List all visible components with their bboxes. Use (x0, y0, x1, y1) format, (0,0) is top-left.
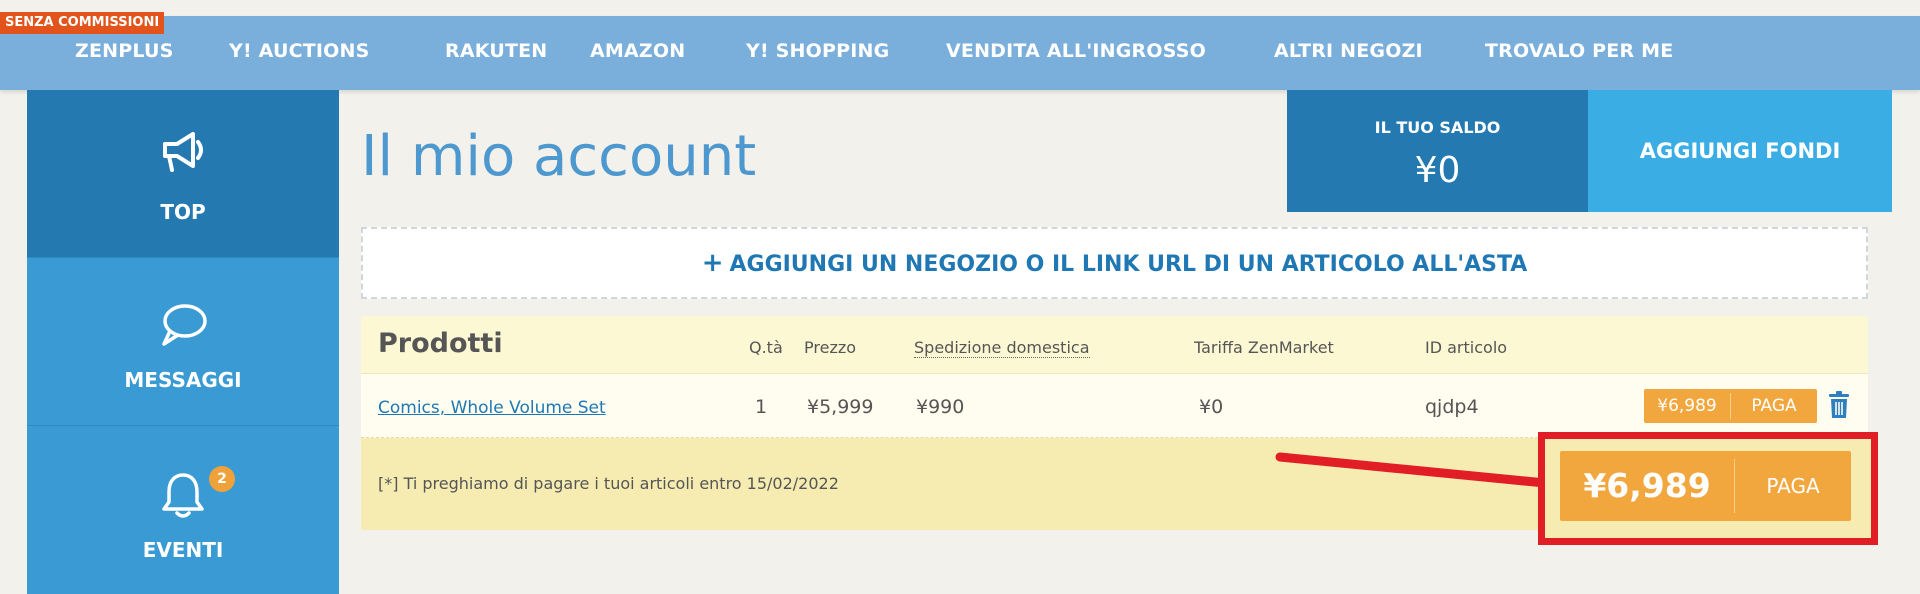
products-title: Prodotti (378, 328, 503, 359)
page-title: Il mio account (361, 124, 757, 189)
sidebar-item-label: TOP (160, 200, 206, 224)
nav-amazon[interactable]: AMAZON (590, 40, 685, 62)
row-pay-label: PAGA (1751, 396, 1797, 416)
sidebar-item-events[interactable]: 2 EVENTI (27, 426, 339, 594)
product-qty: 1 (755, 396, 768, 418)
balance-label: IL TUO SALDO (1374, 118, 1501, 137)
nav-other-shops[interactable]: ALTRI NEGOZI (1274, 40, 1423, 62)
nav-yahoo-shopping[interactable]: Y! SHOPPING (746, 40, 889, 62)
column-item-id: ID articolo (1425, 338, 1508, 357)
balance-value: ¥0 (1414, 150, 1461, 191)
column-price: Prezzo (804, 338, 857, 357)
balance-box: IL TUO SALDO ¥0 (1287, 90, 1588, 212)
sidebar-item-messages[interactable]: MESSAGGI (27, 258, 339, 426)
table-row: Comics, Whole Volume Set 1 ¥5,999 ¥990 ¥… (361, 374, 1868, 438)
events-count-badge: 2 (209, 466, 235, 492)
nav-rakuten[interactable]: RAKUTEN (445, 40, 547, 62)
products-table-header: Prodotti Q.tà Prezzo Spedizione domestic… (361, 316, 1868, 374)
nav-find-for-me[interactable]: TROVALO PER ME (1485, 40, 1673, 62)
column-fee: Tariffa ZenMarket (1194, 338, 1334, 357)
trash-icon[interactable] (1828, 391, 1850, 419)
speech-bubble-icon (162, 304, 207, 346)
nav-zenplus[interactable]: ZENPLUS (75, 40, 174, 62)
product-fee: ¥0 (1199, 396, 1224, 418)
megaphone-icon (163, 132, 203, 172)
top-navigation: ZENPLUS Y! AUCTIONS RAKUTEN AMAZON Y! SH… (0, 16, 1920, 90)
add-funds-button[interactable]: AGGIUNGI FONDI (1588, 90, 1892, 212)
product-shipping: ¥990 (916, 396, 965, 418)
add-shop-or-link-button[interactable]: + AGGIUNGI UN NEGOZIO O IL LINK URL DI UN… (361, 227, 1868, 299)
pay-total-amount: ¥6,989 (1583, 466, 1711, 505)
no-commission-badge: SENZA COMMISSIONI (0, 12, 165, 34)
sidebar-item-top[interactable]: TOP (27, 90, 339, 258)
nav-wholesale[interactable]: VENDITA ALL'INGROSSO (946, 40, 1206, 62)
product-price: ¥5,999 (807, 396, 874, 418)
payment-deadline-note: [*] Ti preghiamo di pagare i tuoi artico… (378, 474, 839, 493)
column-domestic-shipping[interactable]: Spedizione domestica (914, 338, 1090, 358)
nav-yahoo-auctions[interactable]: Y! AUCTIONS (229, 40, 370, 62)
pay-total-label: PAGA (1766, 474, 1820, 498)
column-qty: Q.tà (749, 338, 783, 357)
plus-icon: + (701, 248, 724, 278)
sidebar-item-label: MESSAGGI (124, 368, 242, 392)
row-pay-amount: ¥6,989 (1657, 396, 1717, 416)
row-pay-button[interactable]: ¥6,989 PAGA (1644, 389, 1817, 423)
pay-total-button[interactable]: ¥6,989 PAGA (1560, 451, 1851, 521)
product-item-id: qjdp4 (1425, 396, 1479, 418)
add-link-label: AGGIUNGI UN NEGOZIO O IL LINK URL DI UN … (729, 252, 1528, 277)
product-name-link[interactable]: Comics, Whole Volume Set (378, 398, 606, 418)
bell-icon (162, 473, 204, 518)
sidebar-item-label: EVENTI (142, 538, 224, 562)
